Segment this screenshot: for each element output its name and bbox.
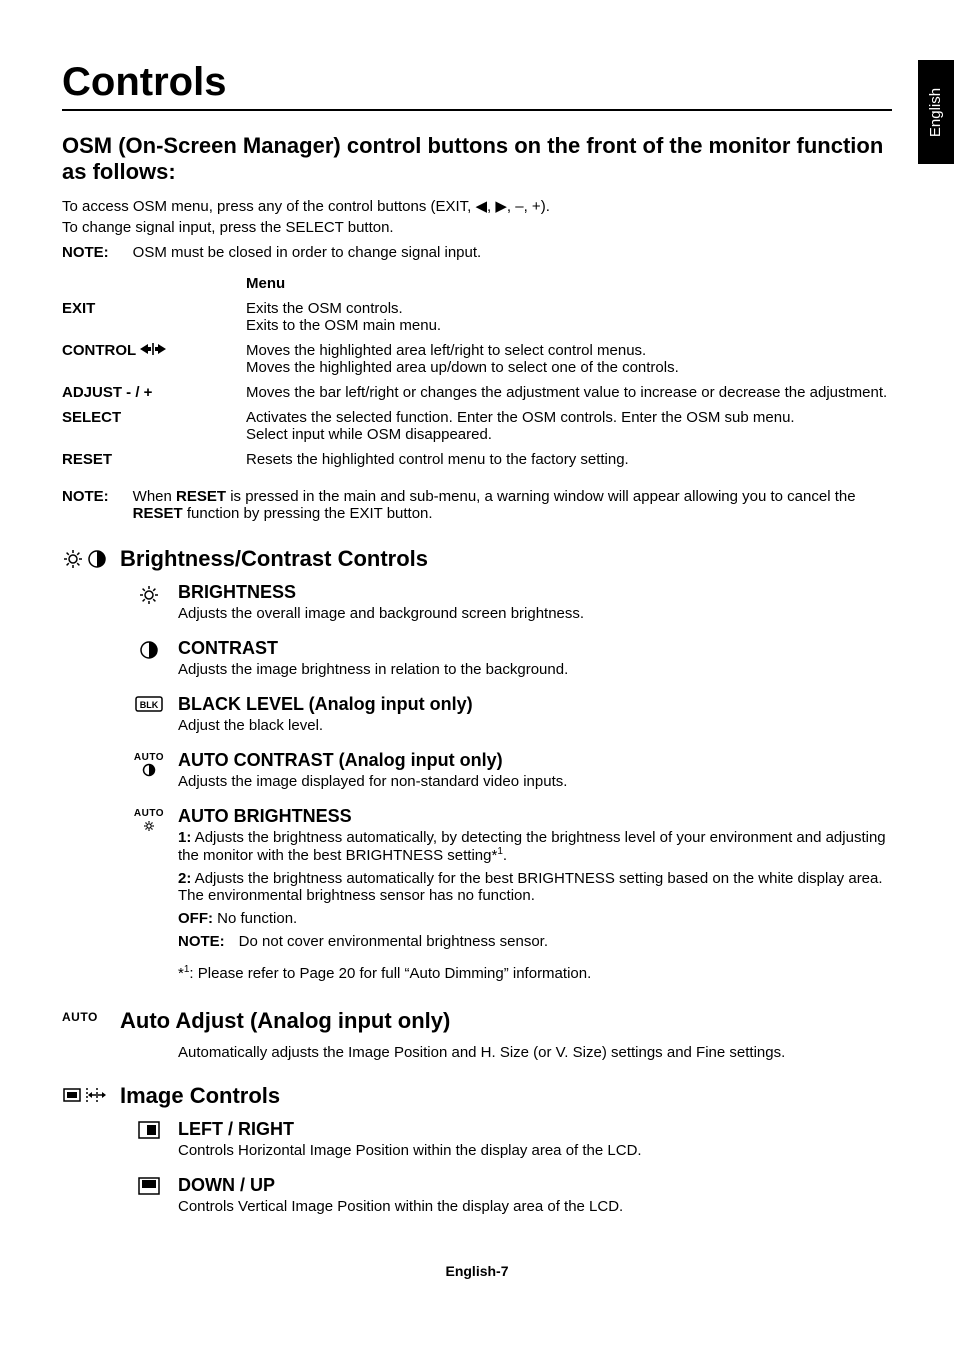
control-label: CONTROL (62, 342, 246, 376)
adjust-desc: Moves the bar left/right or changes the … (246, 384, 892, 401)
auto-adjust-desc: Automatically adjusts the Image Position… (178, 1044, 892, 1061)
auto-brightness-icon: AUTO (134, 808, 164, 982)
reset-note-label: NOTE: (62, 488, 109, 522)
image-controls-title: Image Controls (120, 1083, 892, 1109)
left-right-desc: Controls Horizontal Image Position withi… (178, 1142, 892, 1159)
item-contrast: CONTRAST Adjusts the image brightness in… (120, 638, 892, 684)
auto-icon: AUTO (62, 1008, 120, 1071)
note-input-change: NOTE: OSM must be closed in order to cha… (62, 244, 892, 261)
reset-note: NOTE: When RESET is pressed in the main … (62, 488, 892, 522)
left-right-icon (138, 1121, 160, 1139)
auto-brightness-title: AUTO BRIGHTNESS (178, 806, 892, 827)
brightness-title: BRIGHTNESS (178, 582, 892, 603)
control-row-exit: EXIT Exits the OSM controls. Exits to th… (62, 300, 892, 334)
item-down-up: DOWN / UP Controls Vertical Image Positi… (120, 1175, 892, 1221)
subtitle: OSM (On-Screen Manager) control buttons … (62, 133, 892, 185)
control-desc-2: Moves the highlighted area up/down to se… (246, 359, 892, 376)
note-text: OSM must be closed in order to change si… (133, 244, 482, 261)
item-auto-brightness: AUTO (120, 806, 892, 982)
bc-title: Brightness/Contrast Controls (120, 546, 892, 572)
control-row-control: CONTROL Moves the highlighted area left/… (62, 342, 892, 376)
reset-note-body: When RESET is pressed in the main and su… (133, 488, 892, 522)
brightness-desc: Adjusts the overall image and background… (178, 605, 892, 622)
down-up-desc: Controls Vertical Image Position within … (178, 1198, 892, 1215)
reset-desc: Resets the highlighted control menu to t… (246, 451, 892, 468)
auto-contrast-title: AUTO CONTRAST (Analog input only) (178, 750, 892, 771)
control-label-text: CONTROL (62, 342, 140, 359)
black-level-title: BLACK LEVEL (Analog input only) (178, 694, 892, 715)
control-desc: Moves the highlighted area left/right to… (246, 342, 892, 376)
svg-text:BLK: BLK (140, 700, 159, 710)
auto-brightness-note: NOTE: Do not cover environmental brightn… (178, 933, 892, 950)
control-row-reset: RESET Resets the highlighted control men… (62, 451, 892, 468)
exit-desc: Exits the OSM controls. Exits to the OSM… (246, 300, 892, 334)
section-brightness-contrast: Brightness/Contrast Controls (62, 546, 892, 986)
contrast-icon (139, 640, 159, 660)
left-right-title: LEFT / RIGHT (178, 1119, 892, 1140)
brightness-contrast-icon (62, 548, 108, 570)
down-up-icon (138, 1177, 160, 1195)
black-level-icon: BLK (135, 696, 163, 712)
brightness-icon (138, 584, 160, 606)
item-auto-contrast: AUTO AUTO CONTRAST (Analog input only) A… (120, 750, 892, 796)
down-up-title: DOWN / UP (178, 1175, 892, 1196)
intro-line-2: To change signal input, press the SELECT… (62, 219, 892, 236)
control-desc-1: Moves the highlighted area left/right to… (246, 342, 892, 359)
page-number: English-7 (0, 1263, 954, 1279)
page: Controls OSM (On-Screen Manager) control… (0, 0, 954, 1265)
auto-brightness-off: OFF: No function. (178, 910, 892, 927)
contrast-title: CONTRAST (178, 638, 892, 659)
contrast-desc: Adjusts the image brightness in relation… (178, 661, 892, 678)
section-auto-adjust: AUTO Auto Adjust (Analog input only) Aut… (62, 1008, 892, 1071)
auto-brightness-footnote: *1: Please refer to Page 20 for full “Au… (178, 964, 892, 982)
image-controls-icon (62, 1083, 120, 1225)
intro-line-1: To access OSM menu, press any of the con… (62, 197, 892, 215)
item-brightness: BRIGHTNESS Adjusts the overall image and… (120, 582, 892, 628)
language-tab-label: English (928, 87, 945, 136)
item-black-level: BLK BLACK LEVEL (Analog input only) Adju… (120, 694, 892, 740)
adjust-label: ADJUST - / + (62, 384, 246, 401)
auto-contrast-icon: AUTO (134, 752, 164, 796)
title-rule (62, 109, 892, 111)
section-bc-icon (62, 546, 120, 986)
exit-label: EXIT (62, 300, 246, 334)
language-tab: English (918, 60, 954, 164)
section-image-controls: Image Controls LEFT / RIGHT Controls Hor… (62, 1083, 892, 1225)
exit-desc-1: Exits the OSM controls. (246, 300, 892, 317)
auto-contrast-desc: Adjusts the image displayed for non-stan… (178, 773, 892, 790)
control-row-adjust: ADJUST - / + Moves the bar left/right or… (62, 384, 892, 401)
note-label: NOTE: (62, 244, 109, 261)
arrows-icon (140, 342, 166, 359)
select-desc-2: Select input while OSM disappeared. (246, 426, 892, 443)
auto-brightness-1: 1: Adjusts the brightness automatically,… (178, 829, 892, 864)
select-desc-1: Activates the selected function. Enter t… (246, 409, 892, 426)
menu-heading: Menu (246, 275, 892, 292)
exit-desc-2: Exits to the OSM main menu. (246, 317, 892, 334)
item-left-right: LEFT / RIGHT Controls Horizontal Image P… (120, 1119, 892, 1165)
black-level-desc: Adjust the black level. (178, 717, 892, 734)
select-desc: Activates the selected function. Enter t… (246, 409, 892, 443)
reset-label: RESET (62, 451, 246, 468)
auto-brightness-2: 2: Adjusts the brightness automatically … (178, 870, 892, 904)
auto-adjust-title: Auto Adjust (Analog input only) (120, 1008, 892, 1034)
control-row-select: SELECT Activates the selected function. … (62, 409, 892, 443)
select-label: SELECT (62, 409, 246, 443)
page-title: Controls (62, 60, 892, 105)
